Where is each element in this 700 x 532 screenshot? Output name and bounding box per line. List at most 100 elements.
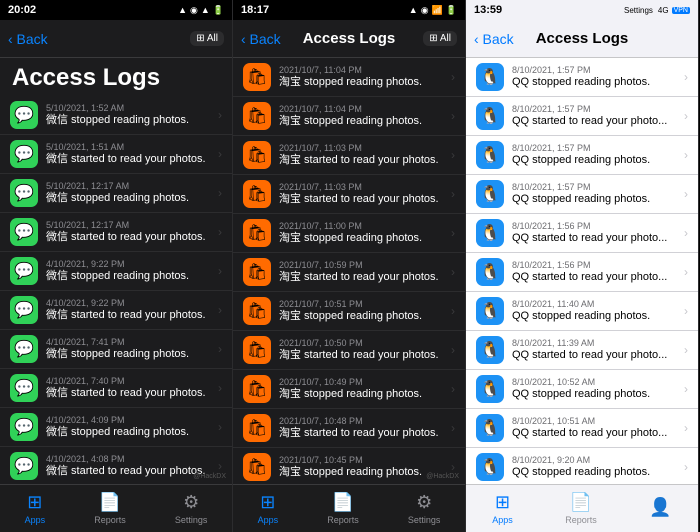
app-icon: 💬 (10, 296, 38, 324)
log-desc: 淘宝 stopped reading photos. (279, 115, 443, 128)
log-item[interactable]: 🛍 2021/10/7, 10:51 PM 淘宝 stopped reading… (233, 292, 465, 331)
status-time: 13:59 (474, 4, 502, 16)
log-item[interactable]: 🐧 8/10/2021, 1:56 PM QQ started to read … (466, 214, 698, 253)
log-item[interactable]: 🛍 2021/10/7, 10:59 PM 淘宝 started to read… (233, 253, 465, 292)
tab-settings[interactable]: ⚙ Settings (175, 492, 208, 525)
log-date: 4/10/2021, 4:08 PM (46, 454, 210, 464)
chevron-icon: › (218, 264, 222, 278)
tab-apps[interactable]: ⊞ Apps (258, 492, 279, 525)
log-item[interactable]: 🛍 2021/10/7, 10:50 PM 淘宝 started to read… (233, 331, 465, 370)
tab-reports-label: Reports (327, 515, 359, 525)
settings-icon: ⚙ (183, 492, 199, 513)
chevron-icon: › (451, 109, 455, 123)
chevron-icon: › (684, 460, 688, 474)
log-item[interactable]: 🐧 8/10/2021, 11:40 AM QQ stopped reading… (466, 292, 698, 331)
log-desc: QQ started to read your photo... (512, 349, 676, 362)
log-item[interactable]: 🛍 2021/10/7, 11:00 PM 淘宝 stopped reading… (233, 214, 465, 253)
log-item[interactable]: 💬 5/10/2021, 1:52 AM 微信 stopped reading … (0, 96, 232, 135)
log-desc: 微信 stopped reading photos. (46, 348, 210, 361)
log-date: 4/10/2021, 9:22 PM (46, 259, 210, 269)
tab-apps[interactable]: ⊞ Apps (25, 492, 46, 525)
chevron-icon: › (684, 421, 688, 435)
all-button[interactable]: ⊞ All (190, 31, 224, 46)
chevron-icon: › (218, 342, 222, 356)
log-item[interactable]: 🐧 8/10/2021, 9:20 AM QQ stopped reading … (466, 448, 698, 484)
log-desc: QQ started to read your photo... (512, 232, 676, 245)
log-item[interactable]: 🛍 2021/10/7, 11:03 PM 淘宝 started to read… (233, 136, 465, 175)
log-desc: 微信 started to read your photos. (46, 465, 210, 478)
log-item[interactable]: 🐧 8/10/2021, 10:51 AM QQ started to read… (466, 409, 698, 448)
settings-icon: ⚙ (416, 492, 432, 513)
tab-profile[interactable]: 👤 (649, 497, 671, 520)
tab-reports[interactable]: 📄 Reports (565, 492, 597, 525)
tab-reports[interactable]: 📄 Reports (327, 492, 359, 525)
log-desc: 微信 stopped reading photos. (46, 270, 210, 283)
log-item[interactable]: 🛍 2021/10/7, 11:04 PM 淘宝 stopped reading… (233, 58, 465, 97)
tab-bar: ⊞ Apps 📄 Reports 👤 (466, 484, 698, 532)
app-icon: 💬 (10, 218, 38, 246)
page-title: Access Logs (12, 64, 160, 91)
log-item[interactable]: 💬 5/10/2021, 12:17 AM 微信 started to read… (0, 213, 232, 252)
log-date: 2021/10/7, 10:45 PM (279, 455, 443, 465)
log-desc: 淘宝 started to read your photos. (279, 193, 443, 206)
log-item[interactable]: 🛍 2021/10/7, 11:04 PM 淘宝 stopped reading… (233, 97, 465, 136)
log-item[interactable]: 🐧 8/10/2021, 11:39 AM QQ started to read… (466, 331, 698, 370)
log-date: 8/10/2021, 9:20 AM (512, 455, 676, 465)
app-icon: 🛍 (243, 258, 271, 286)
log-item[interactable]: 💬 4/10/2021, 7:41 PM 微信 stopped reading … (0, 330, 232, 369)
log-desc: 微信 stopped reading photos. (46, 192, 210, 205)
log-item[interactable]: 💬 5/10/2021, 12:17 AM 微信 stopped reading… (0, 174, 232, 213)
log-item[interactable]: 💬 4/10/2021, 9:22 PM 微信 started to read … (0, 291, 232, 330)
log-date: 2021/10/7, 11:00 PM (279, 221, 443, 231)
apps-icon: ⊞ (260, 492, 275, 513)
app-icon: 🐧 (476, 141, 504, 169)
status-time: 18:17 (241, 4, 269, 16)
chevron-icon: › (684, 226, 688, 240)
chevron-icon: › (451, 265, 455, 279)
log-item[interactable]: 🐧 8/10/2021, 1:57 PM QQ stopped reading … (466, 175, 698, 214)
log-item[interactable]: 💬 4/10/2021, 4:09 PM 微信 stopped reading … (0, 408, 232, 447)
chevron-icon: › (684, 148, 688, 162)
chevron-icon: › (218, 108, 222, 122)
log-desc: 微信 stopped reading photos. (46, 114, 210, 127)
log-item[interactable]: 🛍 2021/10/7, 10:48 PM 淘宝 started to read… (233, 409, 465, 448)
profile-icon: 👤 (649, 497, 671, 518)
log-date: 4/10/2021, 7:41 PM (46, 337, 210, 347)
log-item[interactable]: 💬 5/10/2021, 1:51 AM 微信 started to read … (0, 135, 232, 174)
tab-reports[interactable]: 📄 Reports (94, 492, 126, 525)
log-item[interactable]: 🛍 2021/10/7, 10:49 PM 淘宝 stopped reading… (233, 370, 465, 409)
app-icon: 🛍 (243, 219, 271, 247)
log-item[interactable]: 🐧 8/10/2021, 1:57 PM QQ started to read … (466, 97, 698, 136)
log-date: 5/10/2021, 1:51 AM (46, 142, 210, 152)
app-icon: 🐧 (476, 297, 504, 325)
app-icon: 🛍 (243, 141, 271, 169)
log-item[interactable]: 🐧 8/10/2021, 1:57 PM QQ stopped reading … (466, 58, 698, 97)
log-item[interactable]: 💬 4/10/2021, 9:22 PM 微信 stopped reading … (0, 252, 232, 291)
tab-settings[interactable]: ⚙ Settings (408, 492, 441, 525)
log-item[interactable]: 💬 4/10/2021, 7:40 PM 微信 started to read … (0, 369, 232, 408)
all-button[interactable]: ⊞ All (423, 31, 457, 46)
log-item[interactable]: 🐧 8/10/2021, 1:56 PM QQ started to read … (466, 253, 698, 292)
log-desc: 淘宝 started to read your photos. (279, 154, 443, 167)
app-icon: 🐧 (476, 414, 504, 442)
tab-apps[interactable]: ⊞ Apps (492, 492, 513, 525)
log-item[interactable]: 🐧 8/10/2021, 10:52 AM QQ stopped reading… (466, 370, 698, 409)
back-button[interactable]: ‹ Back (8, 31, 48, 47)
app-icon: 🛍 (243, 102, 271, 130)
status-icons: ▲◉▲🔋 (178, 5, 224, 16)
status-bar: 20:02 ▲◉▲🔋 (0, 0, 232, 20)
log-desc: 淘宝 stopped reading photos. (279, 76, 443, 89)
chevron-icon: › (451, 226, 455, 240)
log-desc: 微信 started to read your photos. (46, 231, 210, 244)
back-button[interactable]: ‹ Back (474, 31, 514, 47)
chevron-icon: › (218, 303, 222, 317)
chevron-icon: › (218, 420, 222, 434)
app-icon: 💬 (10, 374, 38, 402)
log-item[interactable]: 🛍 2021/10/7, 11:03 PM 淘宝 started to read… (233, 175, 465, 214)
log-item[interactable]: 🐧 8/10/2021, 1:57 PM QQ stopped reading … (466, 136, 698, 175)
nav-bar: ‹ Back Access Logs (466, 20, 698, 58)
page-title-area: Access Logs (0, 58, 232, 96)
app-icon: 🛍 (243, 375, 271, 403)
reports-icon: 📄 (332, 492, 354, 513)
back-button[interactable]: ‹ Back (241, 31, 281, 47)
